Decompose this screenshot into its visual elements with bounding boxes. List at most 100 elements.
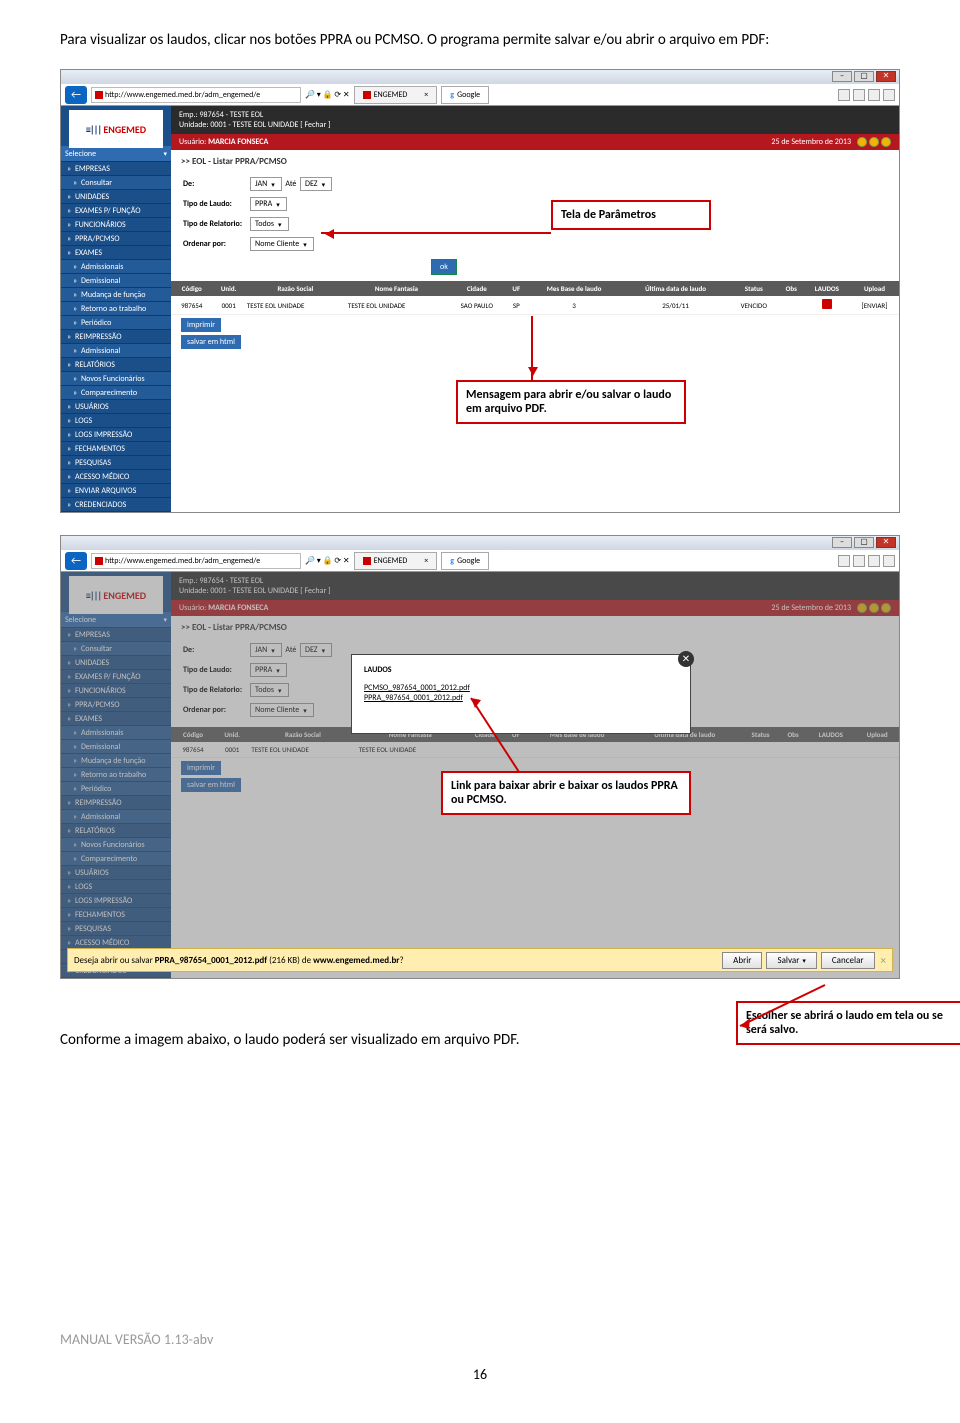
sidebar-item[interactable]: »ENVIAR ARQUIVOS (61, 484, 171, 498)
sidebar-item[interactable]: »Admissional (61, 810, 171, 824)
callout-parametros: Tela de Parâmetros (551, 200, 711, 230)
sidebar-selector[interactable]: Selecione (61, 612, 171, 628)
save-button[interactable]: Salvar▾ (766, 952, 816, 969)
screenshot-1: – ▢ ✕ ← http://www.engemed.med.br/adm_en… (60, 69, 900, 513)
column-header: Unid. (213, 281, 245, 296)
column-header: Razão Social (245, 281, 346, 296)
sidebar-item[interactable]: »ACESSO MÉDICO (61, 470, 171, 484)
sidebar-item[interactable]: »Consultar (61, 642, 171, 656)
sidebar-item[interactable]: »FECHAMENTOS (61, 908, 171, 922)
sidebar-item[interactable]: »Admissional (61, 344, 171, 358)
sidebar-item[interactable]: »REIMPRESSÃO (61, 796, 171, 810)
header-dark: Emp.: 987654 - TESTE EOL Unidade: 0001 -… (171, 106, 899, 134)
upload-link[interactable]: [ENVIAR] (850, 296, 899, 315)
imprimir-button[interactable]: imprimir (181, 761, 221, 775)
ordenar-por[interactable]: Nome Cliente (250, 237, 314, 251)
column-header: Upload (855, 727, 899, 742)
sidebar-item[interactable]: »PESQUISAS (61, 456, 171, 470)
close-button[interactable]: ✕ (876, 71, 896, 82)
column-header: Razão Social (249, 727, 356, 742)
sidebar-item[interactable]: »EMPRESAS (61, 162, 171, 176)
header-red: Usuário: MARCIA FONSECA 25 de Setembro d… (171, 134, 899, 150)
sidebar-item[interactable]: »Consultar (61, 176, 171, 190)
browser-tool-icons (838, 89, 895, 101)
sidebar-item[interactable]: »Periódico (61, 782, 171, 796)
maximize-button[interactable]: ▢ (854, 71, 874, 82)
download-bar: Deseja abrir ou salvar PPRA_987654_0001_… (67, 948, 893, 972)
imprimir-button[interactable]: imprimir (181, 318, 221, 332)
pdf-link-pcmso[interactable]: PCMSO_987654_0001_2012.pdf (364, 683, 678, 693)
sidebar-item[interactable]: »FUNCIONÁRIOS (61, 684, 171, 698)
column-header: Mes Base de laudo (526, 281, 622, 296)
tab-google[interactable]: gGoogle (441, 552, 489, 570)
sidebar-item[interactable]: »FECHAMENTOS (61, 442, 171, 456)
sidebar-item[interactable]: »EXAMES P/ FUNÇÃO (61, 670, 171, 684)
cancel-button[interactable]: Cancelar (821, 952, 875, 969)
sidebar-item[interactable]: »PPRA/PCMSO (61, 232, 171, 246)
open-button[interactable]: Abrir (722, 952, 762, 969)
sidebar-selector[interactable]: Selecione (61, 146, 171, 162)
sidebar-item[interactable]: »Novos Funcionários (61, 838, 171, 852)
ok-button[interactable]: ok (431, 259, 457, 275)
sidebar-item[interactable]: »EXAMES (61, 246, 171, 260)
pdf-icon (822, 299, 832, 309)
close-button[interactable]: ✕ (876, 537, 896, 548)
tipo-relatorio[interactable]: Todos (250, 217, 288, 231)
to-month[interactable]: DEZ (300, 177, 332, 191)
modal-close-button[interactable]: ✕ (678, 651, 694, 667)
sidebar-item[interactable]: »LOGS IMPRESSÃO (61, 894, 171, 908)
sidebar-item[interactable]: »EXAMES (61, 712, 171, 726)
callout-mensagem: Mensagem para abrir e/ou salvar o laudo … (456, 380, 686, 424)
sidebar-item[interactable]: »Admissionais (61, 260, 171, 274)
minimize-button[interactable]: – (832, 537, 852, 548)
salvar-html-button[interactable]: salvar em html (181, 778, 241, 792)
salvar-html-button[interactable]: salvar em html (181, 335, 241, 349)
sidebar-item[interactable]: »Comparecimento (61, 852, 171, 866)
sidebar-item[interactable]: »PPRA/PCMSO (61, 698, 171, 712)
sidebar-item[interactable]: »UNIDADES (61, 190, 171, 204)
sidebar-item[interactable]: »EMPRESAS (61, 628, 171, 642)
sidebar-item[interactable]: »USUÁRIOS (61, 866, 171, 880)
sidebar-item[interactable]: »Mudança de função (61, 754, 171, 768)
tab-google[interactable]: g Google (441, 86, 489, 104)
arrow-icon (321, 232, 551, 234)
sidebar-item[interactable]: »Demissional (61, 274, 171, 288)
sidebar: Selecione »EMPRESAS»Consultar»UNIDADES»E… (61, 106, 171, 512)
from-month[interactable]: JAN (250, 177, 282, 191)
sidebar-item[interactable]: »Mudança de função (61, 288, 171, 302)
sidebar-item[interactable]: »Retorno ao trabalho (61, 768, 171, 782)
sidebar-item[interactable]: »LOGS (61, 414, 171, 428)
sidebar-item[interactable]: »Admissionais (61, 726, 171, 740)
laudos-cell[interactable] (804, 296, 850, 315)
sidebar-item[interactable]: »UNIDADES (61, 656, 171, 670)
url-box[interactable]: http://www.engemed.med.br/adm_engemed/e (91, 553, 301, 569)
minimize-button[interactable]: – (832, 71, 852, 82)
tab-engemed[interactable]: ENGEMED × (354, 86, 438, 104)
sidebar-item[interactable]: »RELATÓRIOS (61, 824, 171, 838)
url-box[interactable]: http://www.engemed.med.br/adm_engemed/e (91, 87, 301, 103)
sidebar-item[interactable]: »PESQUISAS (61, 922, 171, 936)
column-header: Código (171, 281, 213, 296)
back-button[interactable]: ← (65, 552, 87, 570)
dlbar-close-icon[interactable]: × (881, 954, 886, 967)
maximize-button[interactable]: ▢ (854, 537, 874, 548)
sidebar-item[interactable]: »USUÁRIOS (61, 400, 171, 414)
tab-engemed[interactable]: ENGEMED× (354, 552, 438, 570)
sidebar-item[interactable]: »EXAMES P/ FUNÇÃO (61, 204, 171, 218)
modal-title: LAUDOS (364, 665, 678, 675)
sidebar-item[interactable]: »Comparecimento (61, 386, 171, 400)
back-button[interactable]: ← (65, 86, 87, 104)
sidebar-item[interactable]: »Demissional (61, 740, 171, 754)
sidebar-item[interactable]: »CREDENCIADOS (61, 498, 171, 512)
sidebar-item[interactable]: »Retorno ao trabalho (61, 302, 171, 316)
sidebar-item[interactable]: »LOGS (61, 880, 171, 894)
tipo-laudo[interactable]: PPRA (250, 197, 287, 211)
sidebar-item[interactable]: »RELATÓRIOS (61, 358, 171, 372)
sidebar-item[interactable]: »REIMPRESSÃO (61, 330, 171, 344)
sidebar-item[interactable]: »LOGS IMPRESSÃO (61, 428, 171, 442)
sidebar-item[interactable]: »Periódico (61, 316, 171, 330)
sidebar-item[interactable]: »FUNCIONÁRIOS (61, 218, 171, 232)
column-header: Status (741, 727, 779, 742)
sidebar-item[interactable]: »Novos Funcionários (61, 372, 171, 386)
main-panel: Emp.: 987654 - TESTE EOL Unidade: 0001 -… (171, 106, 899, 512)
